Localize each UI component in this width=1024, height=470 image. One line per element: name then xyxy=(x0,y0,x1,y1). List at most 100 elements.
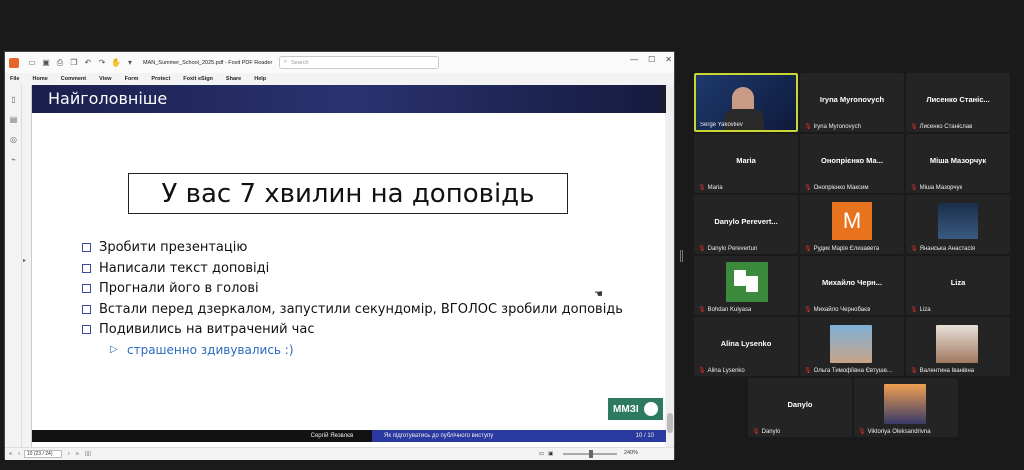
muted-mic-icon: 🎙 xyxy=(752,429,760,435)
quick-access-dropdown-icon[interactable]: ▾ xyxy=(123,56,137,70)
menu-view[interactable]: View xyxy=(99,76,118,82)
minimize-icon[interactable]: — xyxy=(630,55,638,64)
participant-tile[interactable]: 🎙 Валентина Іванівна xyxy=(906,317,1010,376)
page-number-input[interactable]: 10 (23 / 24) xyxy=(23,450,62,458)
zoom-level[interactable]: 240% xyxy=(624,450,638,456)
status-bar: « ‹ 10 (23 / 24) › » ▯▯ ▭ ▣ 240% xyxy=(5,447,674,460)
open-folder-icon[interactable]: ▭ xyxy=(25,56,39,70)
checkbox-bullet-icon xyxy=(82,284,91,293)
participant-label: 🎙 Валентина Іванівна xyxy=(910,367,974,375)
participant-name: Viktoriya Oleksandrivna xyxy=(867,428,931,435)
card-icon xyxy=(734,270,746,286)
first-page-icon[interactable]: « xyxy=(9,451,12,457)
bullet-item: Прогнали його в голові xyxy=(82,279,623,300)
participant-tile[interactable]: Iryna Myronovych 🎙 Iryna Myronovych xyxy=(800,73,904,132)
participant-name: Maria xyxy=(707,184,723,191)
participant-tile[interactable]: Міша Мазорчук 🎙 Міша Мазорчук xyxy=(906,134,1010,193)
muted-mic-icon: 🎙 xyxy=(698,368,706,374)
copy-icon[interactable]: ❐ xyxy=(67,56,81,70)
participant-label: 🎙 Iryna Myronovych xyxy=(804,123,861,131)
participant-display-name: Danylo xyxy=(787,400,813,409)
participant-tile[interactable]: Лисенко Станіс... 🎙 Лисенко Станіслав xyxy=(906,73,1010,132)
attachment-icon[interactable]: ⌁ xyxy=(9,155,18,164)
fit-page-icon[interactable]: ▣ xyxy=(548,451,553,457)
menu-help[interactable]: Help xyxy=(254,76,273,82)
search-input[interactable]: ⌕ Search xyxy=(279,56,439,69)
vertical-scrollbar[interactable] xyxy=(666,85,674,447)
expand-panel-icon[interactable]: ▸ xyxy=(23,257,26,264)
pages-icon[interactable]: ▤ xyxy=(9,115,18,124)
close-icon[interactable]: ✕ xyxy=(665,55,672,64)
participant-label: 🎙 Янанська Анастасія xyxy=(910,245,975,253)
participant-tile[interactable]: 🎙 Bohdan Kulyasa xyxy=(694,256,798,315)
participant-label: 🎙 Alina Lysenko xyxy=(698,367,745,375)
bullet-item: Подивились на витрачений час xyxy=(82,320,623,341)
menu-file[interactable]: File xyxy=(10,76,26,82)
participant-tile[interactable]: 🎙 Viktoriya Oleksandrivna xyxy=(854,378,958,437)
hand-cursor-icon: ☚ xyxy=(594,289,603,300)
participant-label: 🎙 Міша Мазорчук xyxy=(910,184,962,192)
prev-page-icon[interactable]: ‹ xyxy=(18,451,20,457)
participant-tile[interactable]: M 🎙 Рудик Марія Єлизавета xyxy=(800,195,904,254)
menu-esign[interactable]: Foxit eSign xyxy=(183,76,220,82)
hand-tool-icon[interactable]: ✋ xyxy=(109,56,123,70)
video-gallery: Serge Yakovliev Iryna Myronovych 🎙 Iryna … xyxy=(690,73,1016,441)
page-layout-icon[interactable]: ▯▯ xyxy=(85,451,91,457)
menu-protect[interactable]: Protect xyxy=(151,76,177,82)
menu-bar: File Home Comment View Form Protect Foxi… xyxy=(5,73,674,85)
bullet-text: Написали текст доповіді xyxy=(99,260,270,276)
participant-tile[interactable]: Онопрієнко Ма... 🎙 Онопрієнко Максим xyxy=(800,134,904,193)
scrollbar-thumb[interactable] xyxy=(667,413,673,433)
navigation-pane: ▯ ▤ ◎ ⌁ xyxy=(5,85,22,447)
slide-footer: Сергій Яковлєв Як підготуватись до публі… xyxy=(32,430,666,442)
layers-icon[interactable]: ◎ xyxy=(9,135,18,144)
zoom-slider-knob[interactable] xyxy=(589,450,593,458)
participant-name: Alina Lysenko xyxy=(707,367,745,374)
checkbox-bullet-icon xyxy=(82,243,91,252)
menu-comment[interactable]: Comment xyxy=(61,76,93,82)
participant-tile[interactable]: Danylo 🎙 Danylo xyxy=(748,378,852,437)
next-page-icon[interactable]: › xyxy=(68,451,70,457)
muted-mic-icon: 🎙 xyxy=(804,307,812,313)
search-placeholder: Search xyxy=(291,59,309,66)
participant-name: Ольга Тимофіївна Євтуше... xyxy=(813,367,892,374)
participant-display-name: Михайло Черн... xyxy=(822,278,882,287)
participant-tile[interactable]: Liza 🎙 Liza xyxy=(906,256,1010,315)
bullet-text: Зробити презентацію xyxy=(99,240,248,255)
foxit-logo-icon xyxy=(9,57,19,68)
participant-tile[interactable]: Alina Lysenko 🎙 Alina Lysenko xyxy=(694,317,798,376)
participant-tile[interactable]: 🎙 Ольга Тимофіївна Євтуше... xyxy=(800,317,904,376)
print-icon[interactable]: ⎙ xyxy=(53,56,67,70)
fit-width-icon[interactable]: ▭ xyxy=(539,451,544,457)
sub-bullet-item: ▷ страшенно здивувались :) xyxy=(82,341,623,359)
participant-tile[interactable]: Maria 🎙 Maria xyxy=(694,134,798,193)
bullet-item: Встали перед дзеркалом, запустили секунд… xyxy=(82,300,623,321)
bookmark-icon[interactable]: ▯ xyxy=(9,95,18,104)
participant-label: 🎙 Danylo xyxy=(752,428,780,436)
redo-icon[interactable]: ↷ xyxy=(95,56,109,70)
zoom-slider[interactable] xyxy=(563,450,617,458)
menu-share[interactable]: Share xyxy=(226,76,248,82)
last-page-icon[interactable]: » xyxy=(76,451,79,457)
splitter-handle[interactable] xyxy=(680,250,683,262)
participant-display-name: Alina Lysenko xyxy=(720,339,772,348)
save-icon[interactable]: ▣ xyxy=(39,56,53,70)
title-bar: ▭ ▣ ⎙ ❐ ↶ ↷ ✋ ▾ MAN_Summer_School_2025.p… xyxy=(5,52,674,73)
maximize-icon[interactable]: ☐ xyxy=(648,55,655,64)
muted-mic-icon: 🎙 xyxy=(858,429,866,435)
participant-tile[interactable]: 🎙 Янанська Анастасія xyxy=(906,195,1010,254)
participant-name: Liza xyxy=(919,306,931,313)
triangle-bullet-icon: ▷ xyxy=(110,343,118,355)
profile-photo xyxy=(936,325,978,363)
undo-icon[interactable]: ↶ xyxy=(81,56,95,70)
participant-display-name: Maria xyxy=(736,156,756,165)
bullet-item: Зробити презентацію xyxy=(82,238,623,259)
menu-home[interactable]: Home xyxy=(32,76,54,82)
participant-tile[interactable]: Михайло Черн... 🎙 Михайло Чернобаєв xyxy=(800,256,904,315)
participant-tile[interactable]: Danylo Perevert... 🎙 Danylo Perevertun xyxy=(694,195,798,254)
sub-bullet-text: страшенно здивувались :) xyxy=(127,342,294,357)
participant-name: Лисенко Станіслав xyxy=(919,123,973,130)
participant-name: Рудик Марія Єлизавета xyxy=(813,245,880,252)
participant-tile[interactable]: Serge Yakovliev xyxy=(694,73,798,132)
menu-form[interactable]: Form xyxy=(125,76,146,82)
